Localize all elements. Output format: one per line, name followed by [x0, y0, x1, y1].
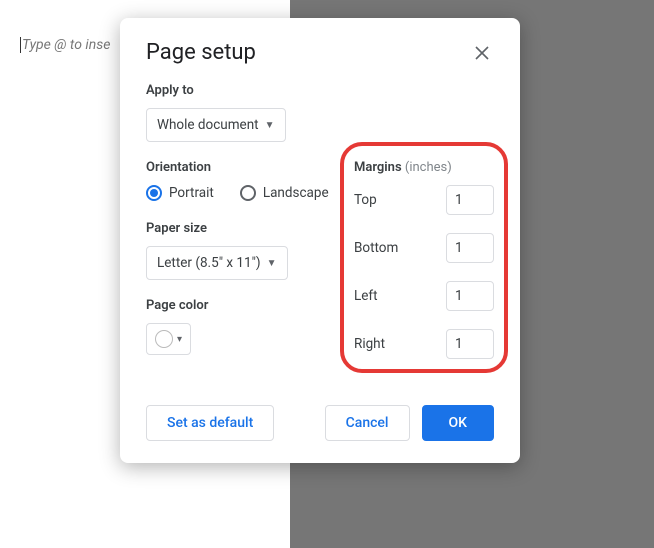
landscape-radio-label: Landscape	[263, 185, 329, 201]
ok-button[interactable]: OK	[422, 405, 495, 441]
page-setup-dialog: Page setup Apply to Whole document ▼ Ori…	[120, 18, 520, 463]
page-color-dropdown[interactable]: ▾	[146, 323, 191, 355]
margin-left-input[interactable]	[446, 281, 494, 311]
margin-top-label: Top	[354, 192, 377, 208]
orientation-label: Orientation	[146, 160, 334, 175]
portrait-radio[interactable]: Portrait	[146, 185, 214, 201]
caret-down-icon: ▼	[267, 258, 277, 269]
set-as-default-button[interactable]: Set as default	[146, 405, 274, 441]
paper-size-dropdown[interactable]: Letter (8.5" x 11") ▼	[146, 246, 288, 280]
doc-placeholder-text: Type @ to inse	[20, 37, 110, 53]
caret-down-icon: ▼	[265, 120, 275, 131]
margin-bottom-input[interactable]	[446, 233, 494, 263]
margin-left-label: Left	[354, 288, 378, 304]
cancel-button[interactable]: Cancel	[325, 405, 410, 441]
margin-right-input[interactable]	[446, 329, 494, 359]
margin-top-input[interactable]	[446, 185, 494, 215]
portrait-radio-label: Portrait	[169, 185, 214, 201]
paper-size-value: Letter (8.5" x 11")	[157, 255, 261, 271]
margin-right-label: Right	[354, 336, 385, 352]
margin-bottom-label: Bottom	[354, 240, 398, 256]
dialog-title: Page setup	[146, 40, 256, 65]
apply-to-dropdown[interactable]: Whole document ▼	[146, 108, 286, 142]
apply-to-value: Whole document	[157, 117, 259, 133]
color-swatch-icon	[155, 330, 173, 348]
caret-down-icon: ▾	[177, 334, 182, 345]
apply-to-label: Apply to	[146, 83, 494, 98]
page-color-label: Page color	[146, 298, 334, 313]
orientation-radios: Portrait Landscape	[146, 185, 334, 201]
dialog-header: Page setup	[146, 40, 494, 65]
margins-label: Margins (inches)	[354, 160, 494, 175]
landscape-radio[interactable]: Landscape	[240, 185, 329, 201]
paper-size-label: Paper size	[146, 221, 334, 236]
dialog-buttons: Set as default Cancel OK	[146, 405, 494, 441]
close-icon[interactable]	[470, 41, 494, 65]
